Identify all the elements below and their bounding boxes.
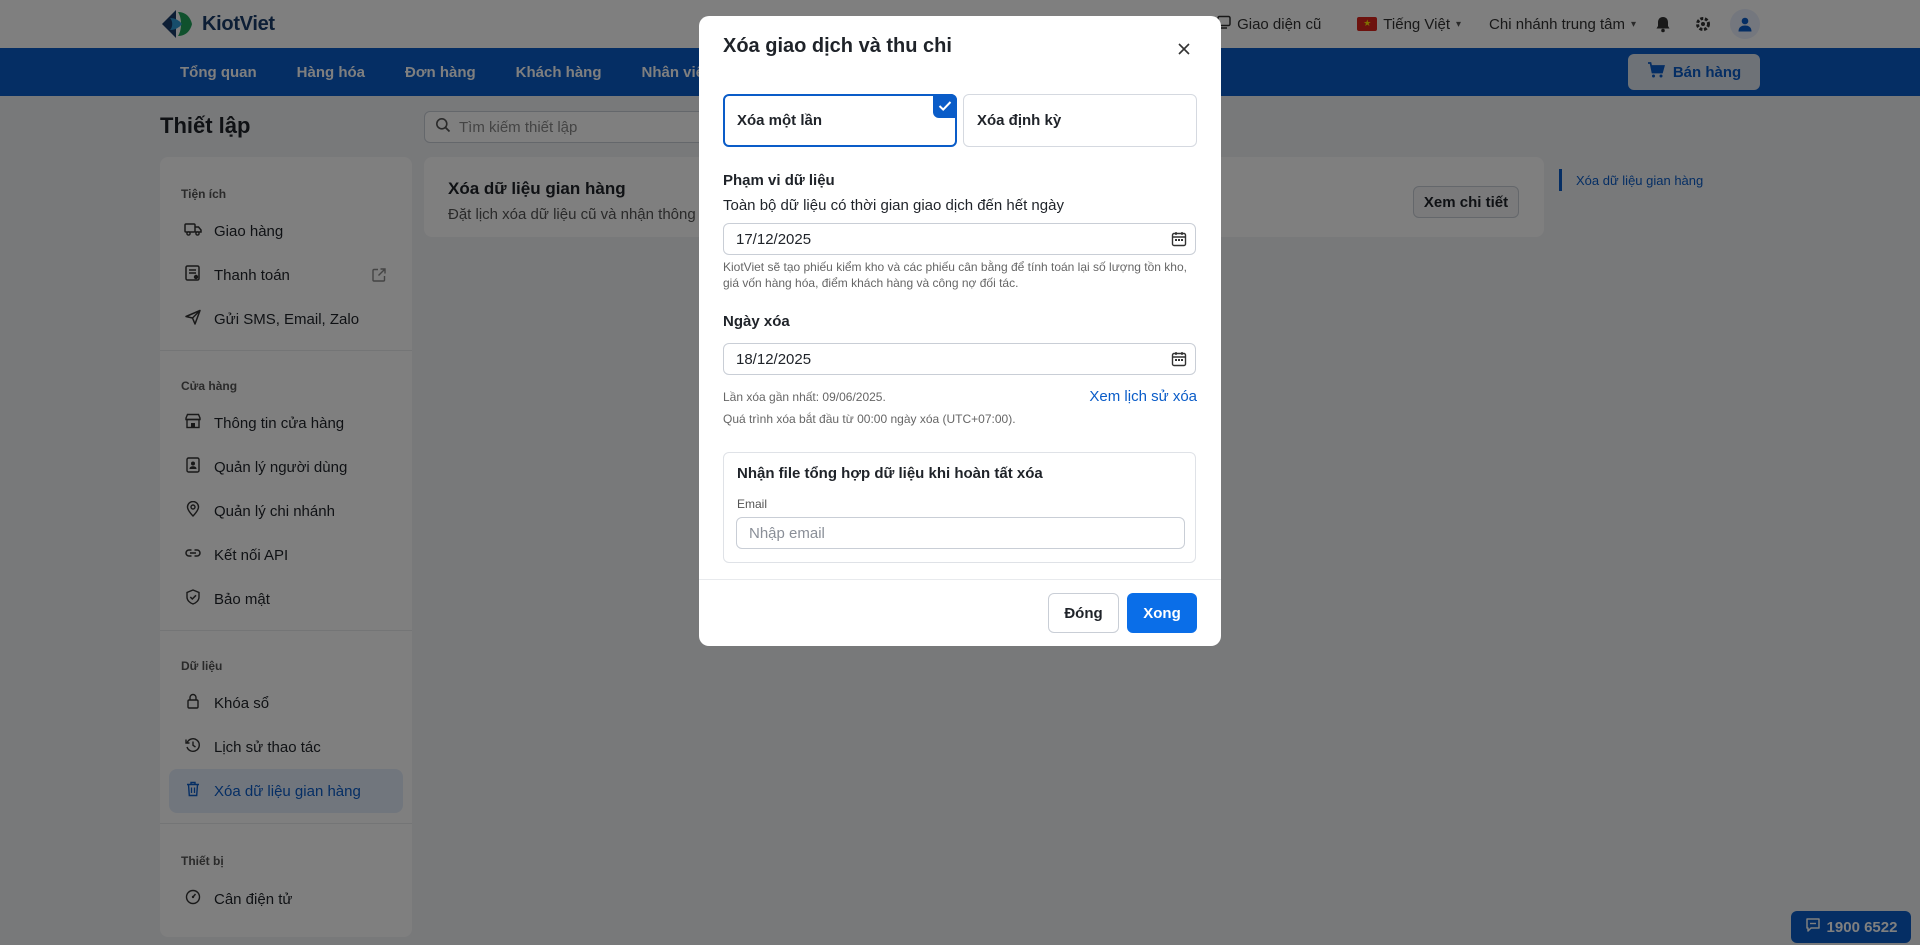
scope-date-value: 17/12/2025	[736, 230, 812, 248]
email-summary-section: Nhận file tổng hợp dữ liệu khi hoàn tất …	[723, 452, 1196, 563]
process-note: Quá trình xóa bắt đầu từ 00:00 ngày xóa …	[723, 412, 1016, 426]
option-delete-periodic[interactable]: Xóa định kỳ	[963, 94, 1197, 147]
delete-date-label: Ngày xóa	[723, 313, 790, 330]
last-delete-text: Lần xóa gần nhất: 09/06/2025.	[723, 390, 886, 404]
calendar-icon[interactable]	[1171, 231, 1187, 251]
delete-date-input[interactable]: 18/12/2025	[723, 343, 1196, 375]
option-label: Xóa một lần	[737, 112, 823, 129]
email-section-title: Nhận file tổng hợp dữ liệu khi hoàn tất …	[737, 465, 1043, 482]
close-button[interactable]: Đóng	[1048, 593, 1119, 633]
checkmark-icon	[933, 94, 957, 118]
scope-note: KiotViet sẽ tạo phiếu kiểm kho và các ph…	[723, 260, 1187, 290]
close-icon[interactable]	[1175, 40, 1193, 58]
email-input[interactable]	[736, 517, 1185, 549]
done-button[interactable]: Xong	[1127, 593, 1197, 633]
scope-text: Toàn bộ dữ liệu có thời gian giao dịch đ…	[723, 197, 1064, 214]
scope-label: Phạm vi dữ liệu	[723, 172, 835, 189]
email-label: Email	[737, 497, 768, 511]
modal-footer-divider	[699, 579, 1221, 580]
option-delete-once[interactable]: Xóa một lần	[723, 94, 957, 147]
modal-title: Xóa giao dịch và thu chi	[723, 35, 952, 57]
delete-transactions-modal: Xóa giao dịch và thu chi Xóa một lần Xóa…	[699, 16, 1221, 646]
scope-date-input[interactable]: 17/12/2025	[723, 223, 1196, 255]
delete-date-value: 18/12/2025	[736, 350, 812, 368]
calendar-icon[interactable]	[1171, 351, 1187, 371]
option-label: Xóa định kỳ	[977, 112, 1062, 129]
view-delete-history-link[interactable]: Xem lịch sử xóa	[1089, 388, 1197, 405]
